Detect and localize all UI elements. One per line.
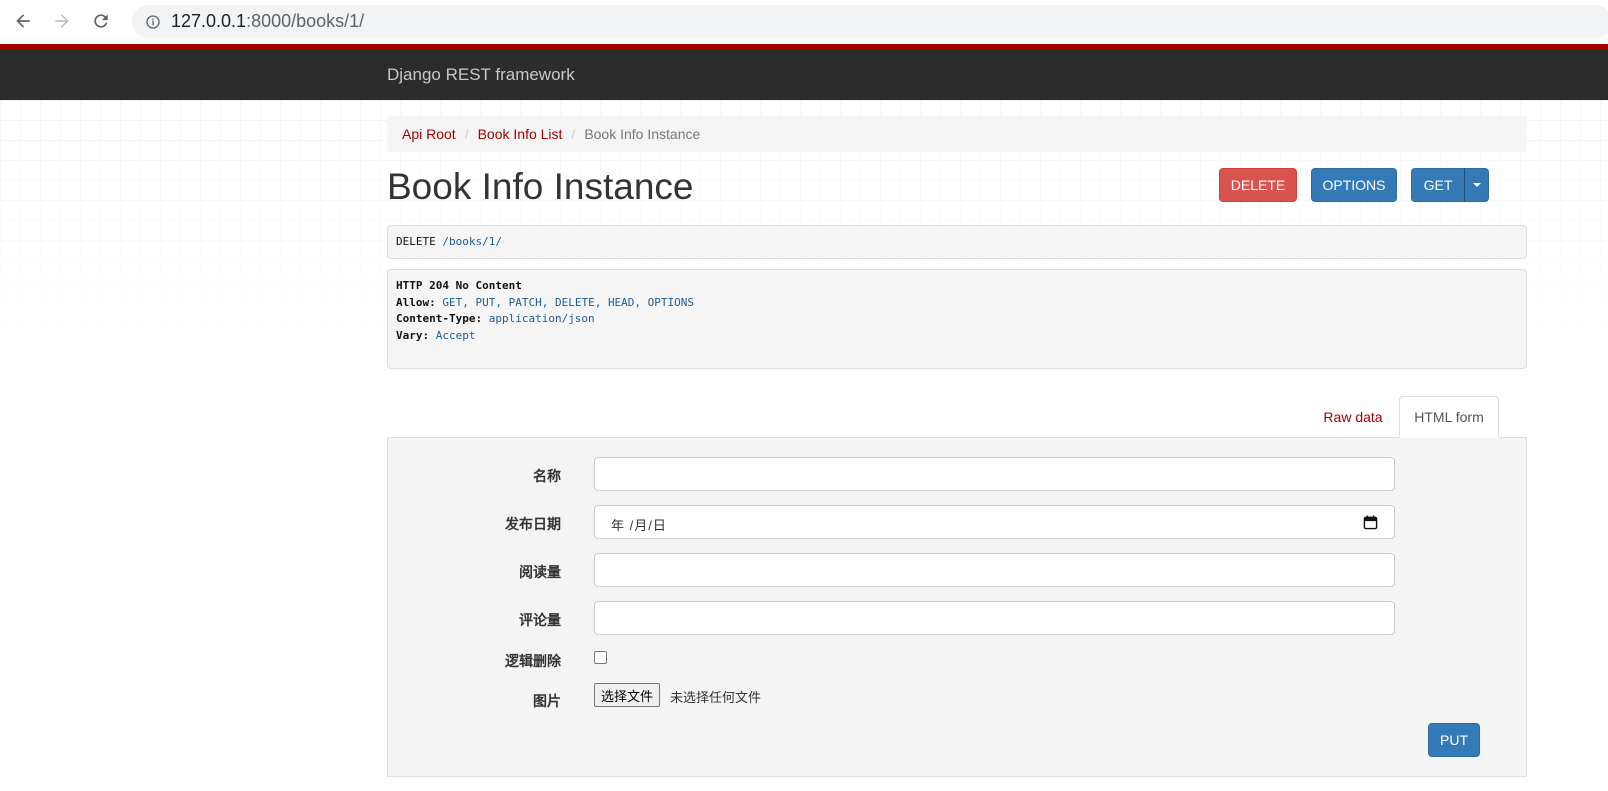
pub-date-input[interactable]: 年 /月/日 (594, 505, 1395, 539)
response-header: Allow: GET, PUT, PATCH, DELETE, HEAD, OP… (396, 296, 1518, 313)
breadcrumb: Api Root / Book Info List / Book Info In… (387, 116, 1527, 152)
choose-file-button[interactable]: 选择文件 (594, 683, 661, 707)
url-host: 127.0.0.1 (171, 11, 247, 31)
request-path-prefix: /books/ (442, 235, 489, 248)
response-header-key: Content-Type: (396, 312, 483, 325)
field-label-comment-count: 评论量 (519, 612, 561, 628)
read-count-input[interactable] (594, 553, 1395, 587)
breadcrumb-separator: / (571, 126, 576, 142)
navbar-brand[interactable]: Django REST framework (387, 65, 575, 85)
get-format-dropdown[interactable] (1464, 168, 1489, 202)
field-label-read-count: 阅读量 (519, 564, 561, 580)
url-path: :8000/books/1/ (246, 11, 365, 31)
get-button[interactable]: GET (1411, 168, 1465, 202)
response-header-value: application/json (488, 312, 595, 325)
page-title: Book Info Instance (387, 166, 694, 207)
options-button[interactable]: OPTIONS (1311, 168, 1397, 202)
response-header: Vary: Accept (396, 329, 1518, 346)
response-header-value: GET, PUT, PATCH, DELETE, HEAD, OPTIONS (442, 295, 695, 309)
response-status: HTTP 204 No Content (396, 279, 522, 292)
calendar-icon[interactable] (1363, 515, 1378, 530)
tab-html-form[interactable]: HTML form (1399, 396, 1499, 438)
forward-arrow-icon[interactable] (49, 8, 75, 34)
delete-button[interactable]: DELETE (1219, 168, 1297, 202)
breadcrumb-current: Book Info Instance (584, 126, 701, 142)
response-header: Content-Type: application/json (396, 312, 1518, 329)
file-status-text: 未选择任何文件 (670, 690, 762, 705)
response-header-key: Vary: (396, 328, 430, 342)
response-info: HTTP 204 No Content Allow: GET, PUT, PAT… (387, 269, 1527, 369)
browser-toolbar: 127.0.0.1:8000/books/1/ (0, 0, 1608, 44)
html-form-panel: 名称 发布日期 年 /月/日 阅读量 评论量 逻辑删除 图片 选择文件 未选择任… (387, 437, 1527, 777)
response-header-key: Allow: (396, 295, 436, 309)
reload-icon[interactable] (88, 8, 114, 34)
name-input[interactable] (594, 457, 1395, 491)
back-arrow-icon[interactable] (10, 8, 36, 34)
site-info-icon[interactable] (145, 14, 161, 30)
field-label-name: 名称 (533, 468, 561, 484)
date-placeholder: 年 /月/日 (611, 518, 667, 533)
breadcrumb-separator: / (464, 126, 469, 142)
is-delete-checkbox[interactable] (594, 651, 607, 664)
field-label-pub-date: 发布日期 (505, 516, 561, 532)
request-method: DELETE (396, 235, 436, 248)
put-button[interactable]: PUT (1428, 723, 1480, 757)
navbar: Django REST framework (0, 44, 1608, 100)
address-bar[interactable]: 127.0.0.1:8000/books/1/ (132, 5, 1608, 38)
comment-count-input[interactable] (594, 601, 1395, 635)
tab-raw-data[interactable]: Raw data (1313, 396, 1393, 438)
breadcrumb-link-api-root[interactable]: Api Root (402, 126, 456, 142)
field-label-image: 图片 (533, 693, 561, 709)
caret-down-icon (1472, 183, 1481, 187)
response-header-value: Accept (435, 328, 476, 342)
request-path-suffix: / (495, 235, 502, 248)
breadcrumb-link-book-info-list[interactable]: Book Info List (478, 126, 563, 142)
request-info: DELETE /books/1/ (387, 225, 1527, 259)
field-label-is-delete: 逻辑删除 (505, 653, 561, 669)
